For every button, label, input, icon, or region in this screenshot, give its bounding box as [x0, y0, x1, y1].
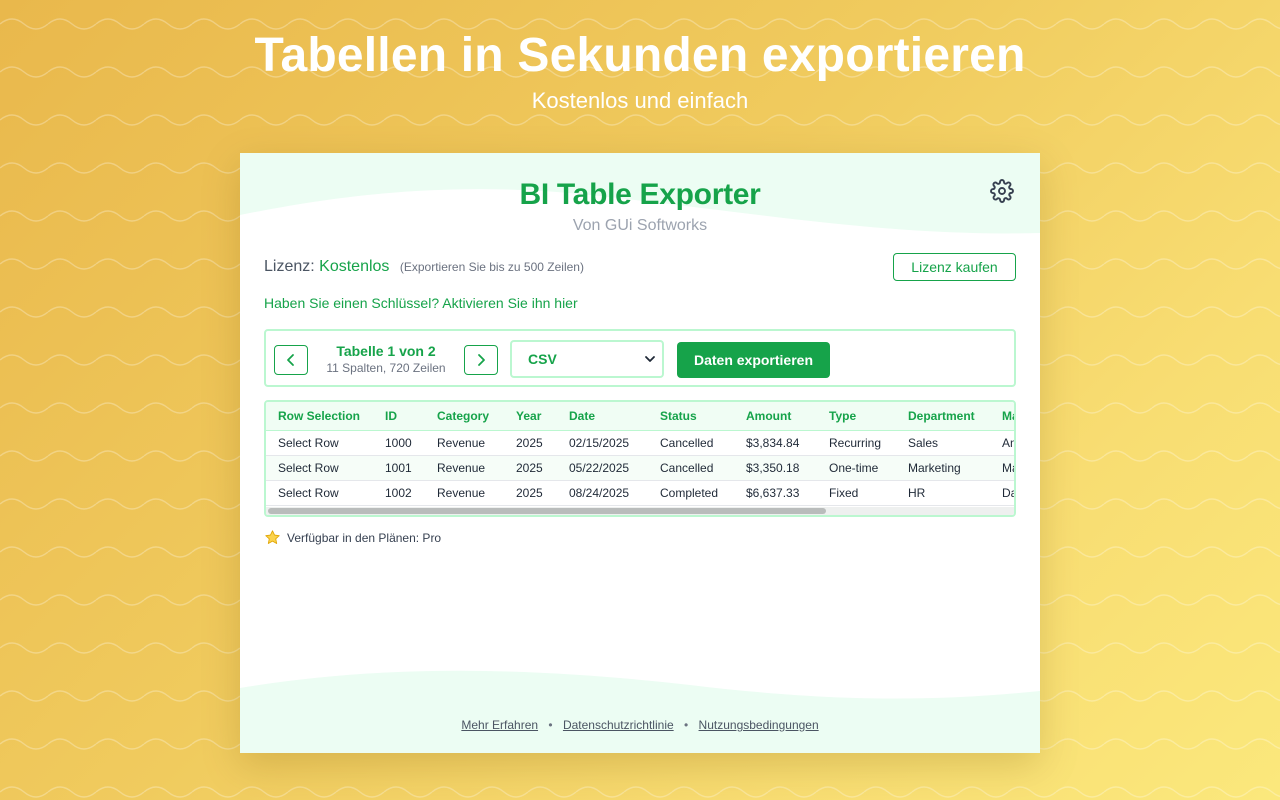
app-title: BI Table Exporter [519, 178, 761, 211]
column-header[interactable]: Row Selection [266, 402, 373, 431]
format-selected-value: CSV [528, 351, 557, 367]
column-header[interactable]: Year [504, 402, 557, 431]
export-data-button[interactable]: Daten exportieren [677, 342, 830, 378]
star-icon [265, 530, 280, 544]
promo-subtitle: Kostenlos und einfach [531, 88, 749, 113]
chevron-down-icon [645, 356, 655, 362]
export-toolbar: Tabelle 1 von 2 11 Spalten, 720 Zeilen C… [264, 329, 1016, 387]
chevron-left-icon [287, 354, 294, 366]
table-cell: 2025 [504, 455, 557, 481]
table-header-row: Row Selection ID Category Year Date Stat… [266, 402, 1014, 431]
footer-links: Mehr Erfahren • Datenschutzrichtlinie • … [240, 718, 1040, 732]
table-cell: 02/15/2025 [557, 430, 648, 456]
table-cell: 05/22/2025 [557, 455, 648, 481]
settings-button[interactable] [988, 177, 1016, 205]
select-row-cell[interactable]: Select Row [266, 480, 373, 506]
table-cell: One-time [817, 455, 896, 481]
promo-title: Tabellen in Sekunden exportieren [254, 29, 1026, 82]
privacy-policy-link[interactable]: Datenschutzrichtlinie [563, 718, 674, 732]
column-header[interactable]: ID [373, 402, 425, 431]
column-header[interactable]: Ma [990, 402, 1014, 431]
scrollbar-thumb[interactable] [268, 508, 826, 514]
table-cell: Sales [896, 430, 990, 456]
license-label: Lizenz: [264, 258, 315, 275]
gear-icon [990, 179, 1014, 203]
app-byline: Von GUi Softworks [572, 217, 708, 234]
column-header[interactable]: Category [425, 402, 504, 431]
column-header[interactable]: Department [896, 402, 990, 431]
table-cell: 08/24/2025 [557, 480, 648, 506]
column-header[interactable]: Type [817, 402, 896, 431]
license-status: Lizenz: Kostenlos (Exportieren Sie bis z… [264, 258, 584, 276]
next-table-button[interactable] [464, 345, 498, 375]
horizontal-scrollbar[interactable] [266, 507, 1014, 515]
table-cell: Revenue [425, 455, 504, 481]
table-cell: Cancelled [648, 455, 734, 481]
table-cell: 2025 [504, 480, 557, 506]
app-window: BI Table Exporter Von GUi Softworks Lize… [240, 153, 1040, 753]
column-header[interactable]: Status [648, 402, 734, 431]
table-row: Select Row 1001 Revenue 2025 05/22/2025 … [266, 455, 1014, 481]
table-cell: Revenue [425, 430, 504, 456]
table-cell: Completed [648, 480, 734, 506]
learn-more-link[interactable]: Mehr Erfahren [461, 718, 538, 732]
license-note: (Exportieren Sie bis zu 500 Zeilen) [399, 260, 584, 274]
plans-note-text: Verfügbar in den Plänen: Pro [287, 530, 442, 545]
table-cell: Recurring [817, 430, 896, 456]
table-cell: Revenue [425, 480, 504, 506]
activate-key-link[interactable]: Haben Sie einen Schlüssel? Aktivieren Si… [264, 295, 578, 311]
select-row-cell[interactable]: Select Row [266, 455, 373, 481]
table-cell: Cancelled [648, 430, 734, 456]
table-cell: $6,637.33 [734, 480, 817, 506]
table-cell: $3,350.18 [734, 455, 817, 481]
buy-license-button[interactable]: Lizenz kaufen [893, 253, 1016, 281]
chevron-right-icon [478, 354, 485, 366]
table-cell: Marketing [896, 455, 990, 481]
footer-separator: • [684, 718, 689, 732]
previous-table-button[interactable] [274, 345, 308, 375]
footer-wave [240, 670, 1040, 753]
select-row-cell[interactable]: Select Row [266, 430, 373, 456]
format-select[interactable]: CSV [510, 340, 664, 378]
table-cell: Da [990, 480, 1014, 506]
table-cell: Fixed [817, 480, 896, 506]
footer-separator: • [548, 718, 553, 732]
table-row: Select Row 1002 Revenue 2025 08/24/2025 … [266, 480, 1014, 506]
table-dimensions: 11 Spalten, 720 Zeilen [326, 361, 446, 375]
table-cell: 1002 [373, 480, 425, 506]
plans-note: Verfügbar in den Plänen: Pro [264, 529, 441, 546]
table-cell: 1000 [373, 430, 425, 456]
license-value: Kostenlos [319, 258, 390, 275]
table-cell: An [990, 430, 1014, 456]
column-header[interactable]: Amount [734, 402, 817, 431]
column-header[interactable]: Date [557, 402, 648, 431]
terms-of-use-link[interactable]: Nutzungsbedingungen [699, 718, 819, 732]
table-cell: 2025 [504, 430, 557, 456]
table-cell: $3,834.84 [734, 430, 817, 456]
table-row: Select Row 1000 Revenue 2025 02/15/2025 … [266, 430, 1014, 456]
table-indicator: Tabelle 1 von 2 11 Spalten, 720 Zeilen [314, 343, 458, 375]
table-cell: 1001 [373, 455, 425, 481]
table-cell: Ma [990, 455, 1014, 481]
data-preview-table: Row Selection ID Category Year Date Stat… [264, 400, 1016, 517]
table-counter: Tabelle 1 von 2 [336, 343, 436, 359]
table-cell: HR [896, 480, 990, 506]
